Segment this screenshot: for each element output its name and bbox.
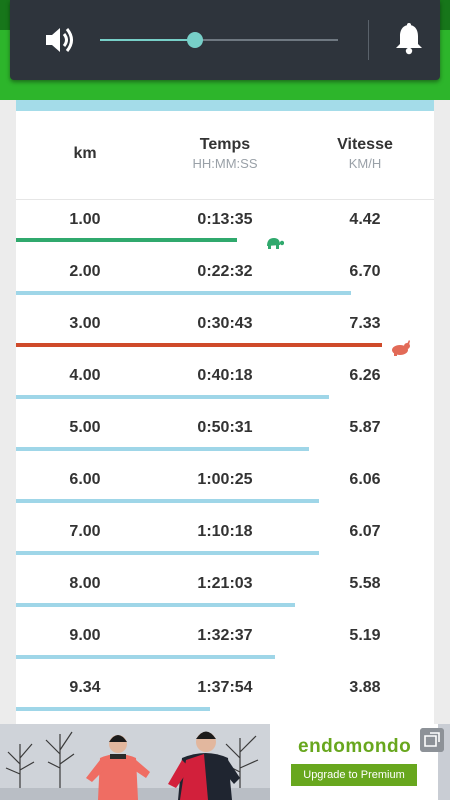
split-time: 1:00:25 xyxy=(197,471,253,488)
split-km: 7.00 xyxy=(69,523,101,540)
split-speed: 3.88 xyxy=(349,679,381,696)
split-row: 9.34 1:37:54 3.88 xyxy=(16,667,434,719)
split-speed: 7.33 xyxy=(349,315,381,332)
split-row: 4.00 0:40:18 6.26 xyxy=(16,355,434,407)
header-time: Temps HH:MM:SS xyxy=(136,136,314,171)
split-row: 2.00 0:22:32 6.70 xyxy=(16,251,434,303)
split-row: 3.00 0:30:43 7.33 xyxy=(16,303,434,356)
card-top-accent xyxy=(16,100,434,111)
header-km-label: km xyxy=(73,145,97,162)
volume-slider-fill xyxy=(100,39,196,41)
split-km: 1.00 xyxy=(69,211,101,228)
volume-slider[interactable] xyxy=(100,32,338,48)
split-pace-bar xyxy=(16,551,319,555)
header-speed-label: Vitesse xyxy=(337,136,393,153)
split-time: 0:22:32 xyxy=(197,263,253,280)
split-time: 1:10:18 xyxy=(197,523,253,540)
header-time-label: Temps xyxy=(199,136,251,153)
split-speed: 5.58 xyxy=(349,575,381,592)
split-pace-bar xyxy=(16,447,309,451)
header-km: km xyxy=(30,145,140,163)
split-time: 0:50:31 xyxy=(197,419,253,436)
split-speed: 6.06 xyxy=(349,471,381,488)
split-speed: 4.42 xyxy=(349,211,381,228)
volume-slider-thumb[interactable] xyxy=(187,32,204,48)
split-speed: 5.87 xyxy=(349,419,381,436)
ad-runners-image xyxy=(0,724,270,800)
split-time: 0:13:35 xyxy=(197,211,253,228)
split-speed: 5.19 xyxy=(349,627,381,644)
ad-brand-box[interactable]: endomondo Upgrade to Premium xyxy=(270,724,438,800)
split-time: 0:40:18 xyxy=(197,367,253,384)
split-time: 0:30:43 xyxy=(197,315,253,332)
split-time: 1:21:03 xyxy=(197,575,253,592)
upgrade-premium-button[interactable]: Upgrade to Premium xyxy=(291,764,417,786)
split-km: 6.00 xyxy=(69,471,101,488)
split-speed: 6.26 xyxy=(349,367,381,384)
notification-bell-icon[interactable] xyxy=(394,22,424,56)
split-km: 8.00 xyxy=(69,575,101,592)
speaker-volume-icon[interactable] xyxy=(44,26,76,54)
table-header: km Temps HH:MM:SS Vitesse KM/H xyxy=(16,111,434,200)
split-pace-bar xyxy=(16,395,329,399)
split-row: 8.00 1:21:03 5.58 xyxy=(16,563,434,615)
split-speed: 6.70 xyxy=(349,263,381,280)
split-row: 1.00 0:13:35 4.42 xyxy=(16,199,434,251)
split-row: 5.00 0:50:31 5.87 xyxy=(16,407,434,459)
header-speed: Vitesse KM/H xyxy=(302,136,428,171)
split-pace-bar xyxy=(16,238,237,242)
split-pace-bar xyxy=(16,655,275,659)
ad-banner[interactable]: endomondo Upgrade to Premium xyxy=(0,724,450,800)
split-pace-bar xyxy=(16,499,319,503)
header-time-unit: HH:MM:SS xyxy=(192,156,258,171)
turtle-slowest-icon xyxy=(267,238,284,249)
split-km: 9.34 xyxy=(69,679,101,696)
split-time: 1:37:54 xyxy=(197,679,253,696)
split-km: 9.00 xyxy=(69,627,101,644)
split-pace-bar xyxy=(16,291,351,295)
split-pace-bar xyxy=(16,343,382,347)
split-row: 6.00 1:00:25 6.06 xyxy=(16,459,434,511)
volume-panel xyxy=(10,0,440,80)
split-pace-bar xyxy=(16,707,210,711)
split-km: 2.00 xyxy=(69,263,101,280)
panel-divider xyxy=(368,20,369,60)
split-km: 3.00 xyxy=(69,315,101,332)
endomondo-logo: endomondo xyxy=(298,736,412,757)
split-row: 9.00 1:32:37 5.19 xyxy=(16,615,434,667)
splits-card: km Temps HH:MM:SS Vitesse KM/H 1.00 0:13:… xyxy=(16,100,434,724)
split-speed: 6.07 xyxy=(349,523,381,540)
split-row: 7.00 1:10:18 6.07 xyxy=(16,511,434,563)
split-time: 1:32:37 xyxy=(197,627,253,644)
split-km: 5.00 xyxy=(69,419,101,436)
split-pace-bar xyxy=(16,603,295,607)
rabbit-fastest-icon xyxy=(392,340,410,356)
header-speed-unit: KM/H xyxy=(348,156,382,171)
ad-close-icon[interactable] xyxy=(420,728,444,752)
split-km: 4.00 xyxy=(69,367,101,384)
